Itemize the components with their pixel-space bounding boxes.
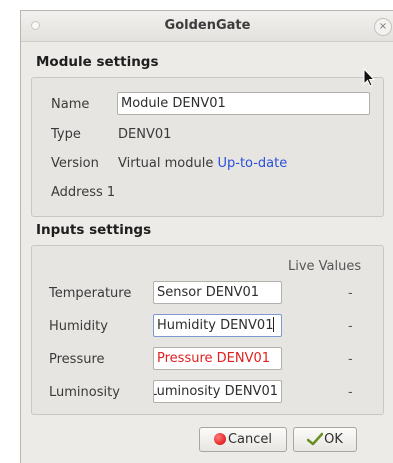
module-settings-heading: Module settings xyxy=(36,54,159,70)
cancel-icon xyxy=(213,433,226,445)
pressure-field[interactable]: Pressure DENV01 xyxy=(153,347,282,370)
mouse-pointer-icon xyxy=(363,68,375,87)
luminosity-label: Luminosity xyxy=(49,385,120,400)
luminosity-field[interactable]: Luminosity DENV01 xyxy=(153,380,282,403)
module-settings-group: Name Module DENV01 Type DENV01 Version V… xyxy=(31,77,384,217)
inputs-settings-group: Live Values Temperature Sensor DENV01 - … xyxy=(31,245,384,415)
temperature-field[interactable]: Sensor DENV01 xyxy=(153,281,282,304)
temperature-label: Temperature xyxy=(49,286,132,301)
pressure-live-value: - xyxy=(348,352,353,367)
luminosity-field-text: Luminosity DENV01 xyxy=(153,384,278,399)
text-caret xyxy=(273,317,275,332)
pressure-field-text: Pressure DENV01 xyxy=(157,351,271,366)
inputs-settings-heading: Inputs settings xyxy=(36,222,152,238)
luminosity-live-value: - xyxy=(348,385,353,400)
goldengate-dialog: GoldenGate × Module settings Name Module… xyxy=(20,10,393,463)
title-bar[interactable]: GoldenGate × xyxy=(21,11,393,42)
version-status-link[interactable]: Up-to-date xyxy=(217,156,287,171)
humidity-field-text: Humidity DENV01 xyxy=(157,318,274,333)
type-value: DENV01 xyxy=(118,127,172,142)
module-name-field[interactable]: Module DENV01 xyxy=(117,92,370,115)
cancel-label: Cancel xyxy=(227,432,273,447)
version-text: Virtual module xyxy=(118,156,214,171)
address-label-text: Address xyxy=(51,185,103,200)
cancel-button[interactable]: Cancel xyxy=(199,427,287,452)
pressure-label: Pressure xyxy=(49,352,105,367)
ok-check-icon xyxy=(307,432,324,446)
address-label: Address 1 xyxy=(51,185,115,200)
version-label: Version xyxy=(51,156,99,171)
version-value: Virtual module Up-to-date xyxy=(118,156,287,171)
close-button[interactable]: × xyxy=(374,18,392,36)
type-label: Type xyxy=(51,127,81,142)
ok-label: OK xyxy=(324,432,343,447)
name-label: Name xyxy=(51,97,90,112)
address-value: 1 xyxy=(106,185,116,200)
humidity-live-value: - xyxy=(348,319,353,334)
window-title: GoldenGate xyxy=(164,18,251,33)
live-values-header: Live Values xyxy=(288,259,362,274)
temperature-live-value: - xyxy=(348,286,353,301)
humidity-field[interactable]: Humidity DENV01 xyxy=(153,314,282,337)
humidity-label: Humidity xyxy=(49,319,108,334)
ok-button[interactable]: OK xyxy=(293,427,357,452)
